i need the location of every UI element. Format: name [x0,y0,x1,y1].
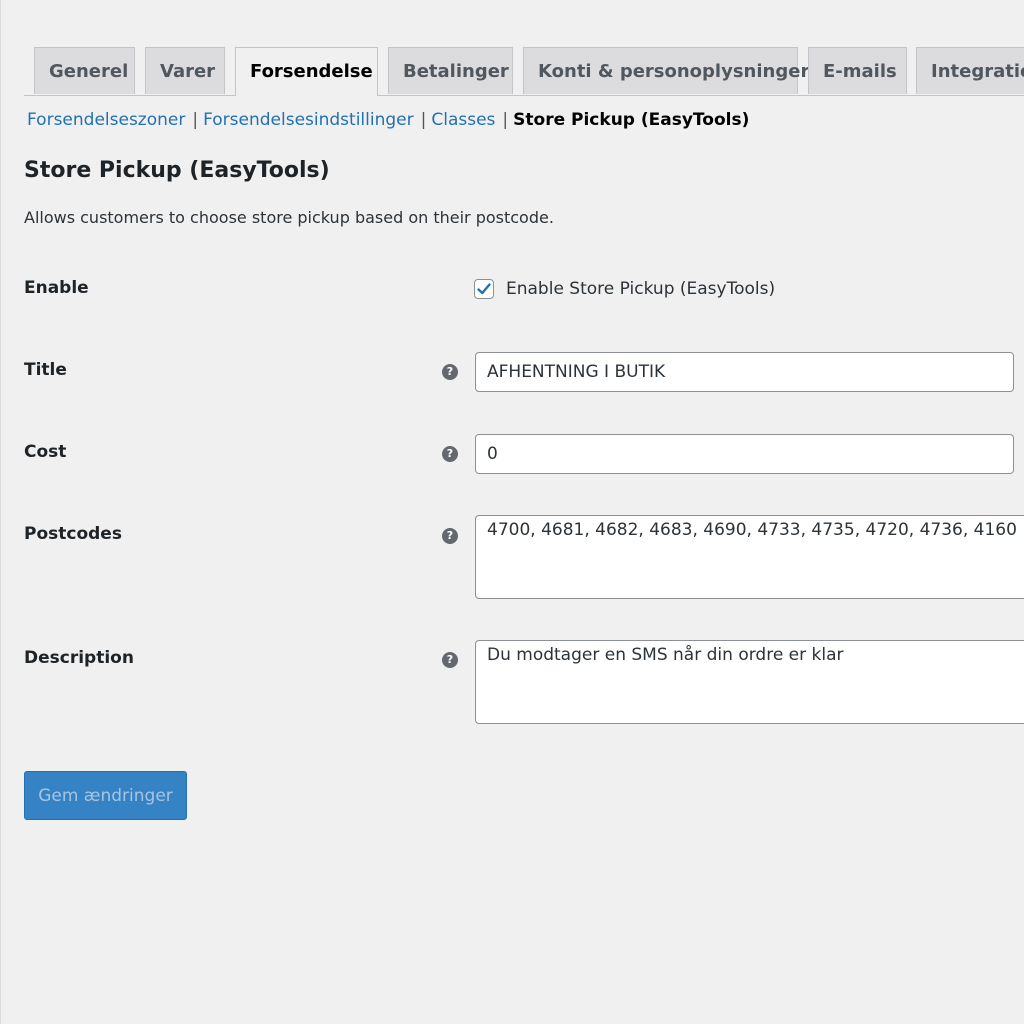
tab-betalinger[interactable]: Betalinger [388,47,513,94]
subnav-separator: | [502,110,509,130]
help-icon[interactable]: ? [442,528,458,544]
help-icon[interactable]: ? [442,652,458,668]
enable-checkbox-label: Enable Store Pickup (EasyTools) [506,279,776,299]
enable-checkbox-row[interactable]: Enable Store Pickup (EasyTools) [474,277,775,301]
subnav-forsendelsesindstillinger[interactable]: Forsendelsesindstillinger [203,110,414,130]
section-description: Allows customers to choose store pickup … [24,208,554,227]
cost-input[interactable] [475,434,1014,474]
description-textarea[interactable]: Du modtager en SMS når din ordre er klar [475,640,1024,724]
enable-label: Enable [24,278,89,298]
tab-konti[interactable]: Konti & personoplysninger [523,47,809,94]
postcodes-textarea[interactable]: 4700, 4681, 4682, 4683, 4690, 4733, 4735… [475,515,1024,599]
tab-integration[interactable]: Integration [916,47,1024,94]
subnav-forsendelseszoner[interactable]: Forsendelseszoner [27,110,185,130]
subnav-classes[interactable]: Classes [431,110,495,130]
title-label: Title [24,360,67,380]
settings-tabs: Generel Varer Forsendelse Betalinger Kon… [24,47,1024,96]
settings-page: Generel Varer Forsendelse Betalinger Kon… [0,0,1024,1024]
tab-generel[interactable]: Generel [34,47,135,94]
subnav-separator: | [192,110,199,130]
cost-label: Cost [24,442,67,462]
tab-emails[interactable]: E-mails [808,47,907,94]
admin-menu-edge [0,0,1,1024]
postcodes-label: Postcodes [24,524,122,544]
title-input[interactable] [475,352,1014,392]
section-title: Store Pickup (EasyTools) [24,158,330,183]
shipping-subnav: Forsendelseszoner | Forsendelsesindstillin… [27,110,749,130]
help-icon[interactable]: ? [442,446,458,462]
subnav-separator: | [420,110,427,130]
help-icon[interactable]: ? [442,364,458,380]
subnav-store-pickup: Store Pickup (EasyTools) [513,110,750,130]
enable-checkbox[interactable] [474,279,494,299]
save-button[interactable]: Gem ændringer [24,771,187,820]
tab-varer[interactable]: Varer [145,47,225,94]
checkmark-icon [477,283,491,295]
description-label: Description [24,648,134,668]
tab-forsendelse[interactable]: Forsendelse [235,47,378,96]
